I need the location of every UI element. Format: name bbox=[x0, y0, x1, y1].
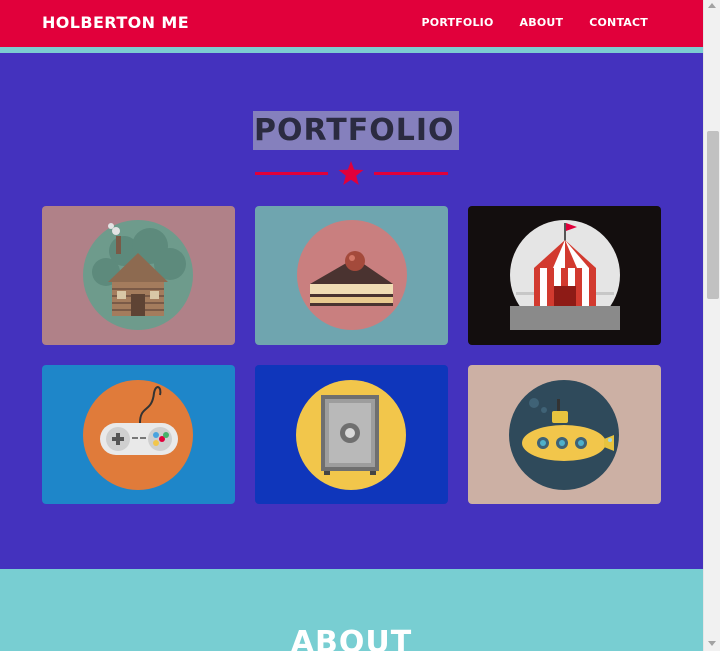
brand-link[interactable]: HOLBERTON ME bbox=[42, 13, 189, 32]
nav-link-contact[interactable]: CONTACT bbox=[589, 16, 648, 29]
portfolio-tile-submarine[interactable] bbox=[468, 365, 661, 504]
portfolio-tile-safe[interactable] bbox=[255, 365, 448, 504]
nav-link-about[interactable]: ABOUT bbox=[520, 16, 564, 29]
scrollbar-thumb[interactable] bbox=[707, 131, 719, 299]
game-controller-icon bbox=[42, 365, 235, 504]
portfolio-tile-cabin[interactable] bbox=[42, 206, 235, 345]
circus-tent-icon bbox=[468, 206, 661, 345]
vertical-scrollbar[interactable] bbox=[703, 0, 720, 651]
portfolio-title: PORTFOLIO bbox=[253, 111, 459, 150]
submarine-icon bbox=[468, 365, 661, 504]
scroll-down-arrow-icon[interactable] bbox=[708, 641, 716, 646]
page: HOLBERTON ME PORTFOLIO ABOUT CONTACT POR… bbox=[0, 0, 703, 651]
portfolio-tile-circus[interactable] bbox=[468, 206, 661, 345]
about-section: ABOUT bbox=[0, 569, 703, 651]
about-title: ABOUT bbox=[290, 625, 413, 651]
portfolio-tile-cake[interactable] bbox=[255, 206, 448, 345]
scroll-up-arrow-icon[interactable] bbox=[708, 3, 716, 8]
divider-line-left bbox=[255, 172, 328, 175]
nav-links: PORTFOLIO ABOUT CONTACT bbox=[422, 16, 648, 29]
safe-icon bbox=[255, 365, 448, 504]
portfolio-tile-controller[interactable] bbox=[42, 365, 235, 504]
log-cabin-icon bbox=[42, 206, 235, 345]
star-icon bbox=[338, 161, 364, 185]
navbar: HOLBERTON ME PORTFOLIO ABOUT CONTACT bbox=[0, 0, 703, 47]
cake-slice-icon bbox=[255, 206, 448, 345]
portfolio-section: PORTFOLIO bbox=[0, 53, 703, 569]
divider-line-right bbox=[374, 172, 448, 175]
nav-link-portfolio[interactable]: PORTFOLIO bbox=[422, 16, 494, 29]
